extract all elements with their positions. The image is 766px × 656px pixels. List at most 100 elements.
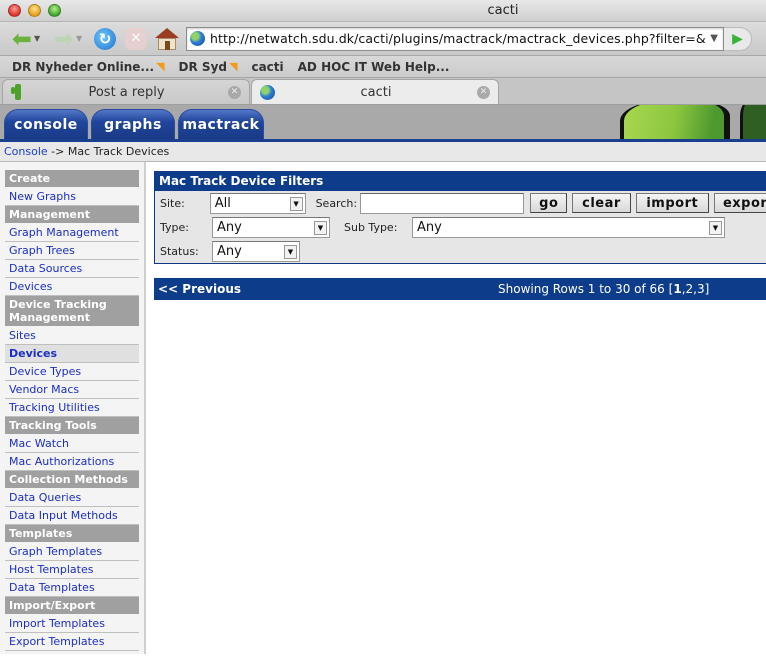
bookmark-ad-hoc-it[interactable]: AD HOC IT Web Help...: [298, 60, 450, 74]
cactus-favicon-icon: [11, 84, 25, 100]
home-button[interactable]: [152, 25, 182, 53]
sidebar-item-data-input-methods[interactable]: Data Input Methods: [5, 507, 139, 525]
sidebar-item-graph-templates[interactable]: Graph Templates: [5, 543, 139, 561]
page-link-2[interactable]: 2: [686, 282, 694, 296]
bookmark-label: DR Nyheder Online...: [12, 59, 155, 74]
url-history-dropdown-icon[interactable]: ▼: [705, 33, 723, 44]
rows-info: Showing Rows 1 to 30 of 66: [498, 282, 665, 296]
type-label: Type:: [160, 220, 189, 234]
tab-console[interactable]: console: [4, 109, 88, 139]
sidebar-item-tracking-utilities[interactable]: Tracking Utilities: [5, 399, 139, 417]
subtype-select[interactable]: Any ▼: [412, 216, 725, 238]
filter-row-1: Site: All ▼ Search: go clear import expo…: [155, 191, 766, 215]
forward-button[interactable]: ➡ ▼: [46, 25, 90, 53]
device-filter-panel: Mac Track Device Filters Site: All ▼ Sea…: [154, 171, 766, 264]
back-arrow-icon: ⬅: [11, 24, 32, 53]
filter-panel-title: Mac Track Device Filters: [155, 172, 766, 191]
page-link-3[interactable]: 3: [697, 282, 705, 296]
clear-button[interactable]: clear: [572, 193, 631, 213]
tab-label: Post a reply: [88, 84, 165, 100]
sidebar-item-data-templates[interactable]: Data Templates: [5, 579, 139, 597]
sidebar-item-graph-management[interactable]: Graph Management: [5, 224, 139, 242]
bookmark-dr-syd[interactable]: DR Syd ◥: [179, 60, 238, 74]
bookmarks-bar: DR Nyheder Online... ◥ DR Syd ◥ cacti AD…: [0, 56, 766, 78]
type-select[interactable]: Any ▼: [212, 216, 330, 238]
reload-button[interactable]: ↻: [90, 25, 120, 53]
filter-row-2: Type: Any ▼ Sub Type: Any ▼: [155, 215, 766, 239]
menu-header-management: Management: [5, 206, 139, 223]
sidebar-item-data-sources[interactable]: Data Sources: [5, 260, 139, 278]
browser-tab-cacti[interactable]: cacti ✕: [251, 79, 499, 104]
cacti-header: console graphs mactrack: [0, 105, 766, 142]
breadcrumb-console-link[interactable]: Console: [4, 145, 48, 158]
export-button[interactable]: export: [713, 193, 766, 213]
menu-header-templates: Templates: [5, 525, 139, 542]
breadcrumb-separator: ->: [51, 145, 65, 158]
status-select[interactable]: Any ▼: [212, 240, 300, 262]
site-label: Site:: [160, 196, 185, 210]
rss-icon: ◥: [156, 60, 165, 73]
bookmark-label: DR Syd: [178, 59, 227, 74]
go-button[interactable]: go: [530, 193, 568, 213]
tab-graphs[interactable]: graphs: [91, 109, 175, 139]
sidebar-item-sites[interactable]: Sites: [5, 327, 139, 345]
minimize-window-button[interactable]: [28, 4, 41, 17]
site-select[interactable]: All ▼: [209, 192, 306, 214]
bookmark-label: AD HOC IT Web Help...: [297, 59, 450, 74]
browser-tab-post-a-reply[interactable]: Post a reply ✕: [2, 79, 250, 104]
close-tab-icon[interactable]: ✕: [228, 85, 241, 99]
window-controls: [8, 4, 61, 17]
filter-row-3: Status: Any ▼: [155, 239, 766, 263]
sidebar-item-graph-trees[interactable]: Graph Trees: [5, 242, 139, 260]
sidebar-item-device-types[interactable]: Device Types: [5, 363, 139, 381]
navigation-toolbar: ⬅ ▼ ➡ ▼ ↻ ✕ http://netwatch.sdu.dk/cacti…: [0, 22, 766, 56]
zoom-window-button[interactable]: [48, 4, 61, 17]
bookmark-dr-nyheder[interactable]: DR Nyheder Online... ◥: [12, 60, 165, 74]
sidebar-item-devices[interactable]: Devices: [5, 345, 139, 363]
home-icon: [155, 27, 179, 50]
sidebar-item-data-queries[interactable]: Data Queries: [5, 489, 139, 507]
menu-header-import-export: Import/Export: [5, 597, 139, 614]
menu-header-device-tracking-management: Device Tracking Management: [5, 296, 139, 326]
tab-mactrack[interactable]: mactrack: [178, 109, 264, 139]
search-label: Search:: [315, 196, 358, 210]
url-input[interactable]: http://netwatch.sdu.dk/cacti/plugins/mac…: [210, 31, 705, 46]
cacti-main-tabs: console graphs mactrack: [4, 109, 264, 139]
close-window-button[interactable]: [8, 4, 21, 17]
site-globe-icon: [190, 31, 205, 46]
sidebar-item-mac-authorizations[interactable]: Mac Authorizations: [5, 453, 139, 471]
back-history-dropdown-icon[interactable]: ▼: [34, 34, 40, 43]
sidebar-item-host-templates[interactable]: Host Templates: [5, 561, 139, 579]
subtype-label: Sub Type:: [344, 220, 398, 234]
previous-page-link[interactable]: << Previous: [158, 282, 498, 296]
forward-history-dropdown-icon[interactable]: ▼: [76, 34, 82, 43]
sidebar-item-mac-watch[interactable]: Mac Watch: [5, 435, 139, 453]
menu-header-create: Create: [5, 170, 139, 187]
sidebar-item-devices[interactable]: Devices: [5, 278, 139, 296]
menu-header-tracking-tools: Tracking Tools: [5, 417, 139, 434]
pagination-bar: << Previous Showing Rows 1 to 30 of 66 […: [154, 278, 766, 300]
page-links: [1,2,3]: [664, 282, 710, 296]
stop-button[interactable]: ✕: [120, 25, 152, 53]
back-button[interactable]: ⬅ ▼: [6, 25, 46, 53]
import-button[interactable]: import: [635, 193, 709, 213]
page-link-1[interactable]: 1: [673, 282, 681, 296]
search-input[interactable]: [359, 192, 525, 214]
type-select-value: Any: [217, 219, 242, 235]
breadcrumb-current: Mac Track Devices: [67, 145, 170, 158]
chevron-down-icon: ▼: [314, 220, 327, 235]
play-arrow-icon: ▶: [732, 30, 743, 47]
address-bar[interactable]: http://netwatch.sdu.dk/cacti/plugins/mac…: [186, 26, 724, 51]
menu-header-collection-methods: Collection Methods: [5, 471, 139, 488]
go-button[interactable]: ▶: [724, 26, 752, 51]
status-label: Status:: [160, 244, 199, 258]
window-title: cacti: [487, 3, 519, 18]
bookmark-cacti[interactable]: cacti: [251, 60, 283, 74]
site-select-value: All: [214, 195, 231, 211]
breadcrumb: Console -> Mac Track Devices: [0, 142, 766, 162]
sidebar-item-import-templates[interactable]: Import Templates: [5, 615, 139, 633]
close-tab-icon[interactable]: ✕: [477, 85, 490, 99]
sidebar-item-vendor-macs[interactable]: Vendor Macs: [5, 381, 139, 399]
sidebar-item-new-graphs[interactable]: New Graphs: [5, 188, 139, 206]
sidebar-item-export-templates[interactable]: Export Templates: [5, 633, 139, 651]
